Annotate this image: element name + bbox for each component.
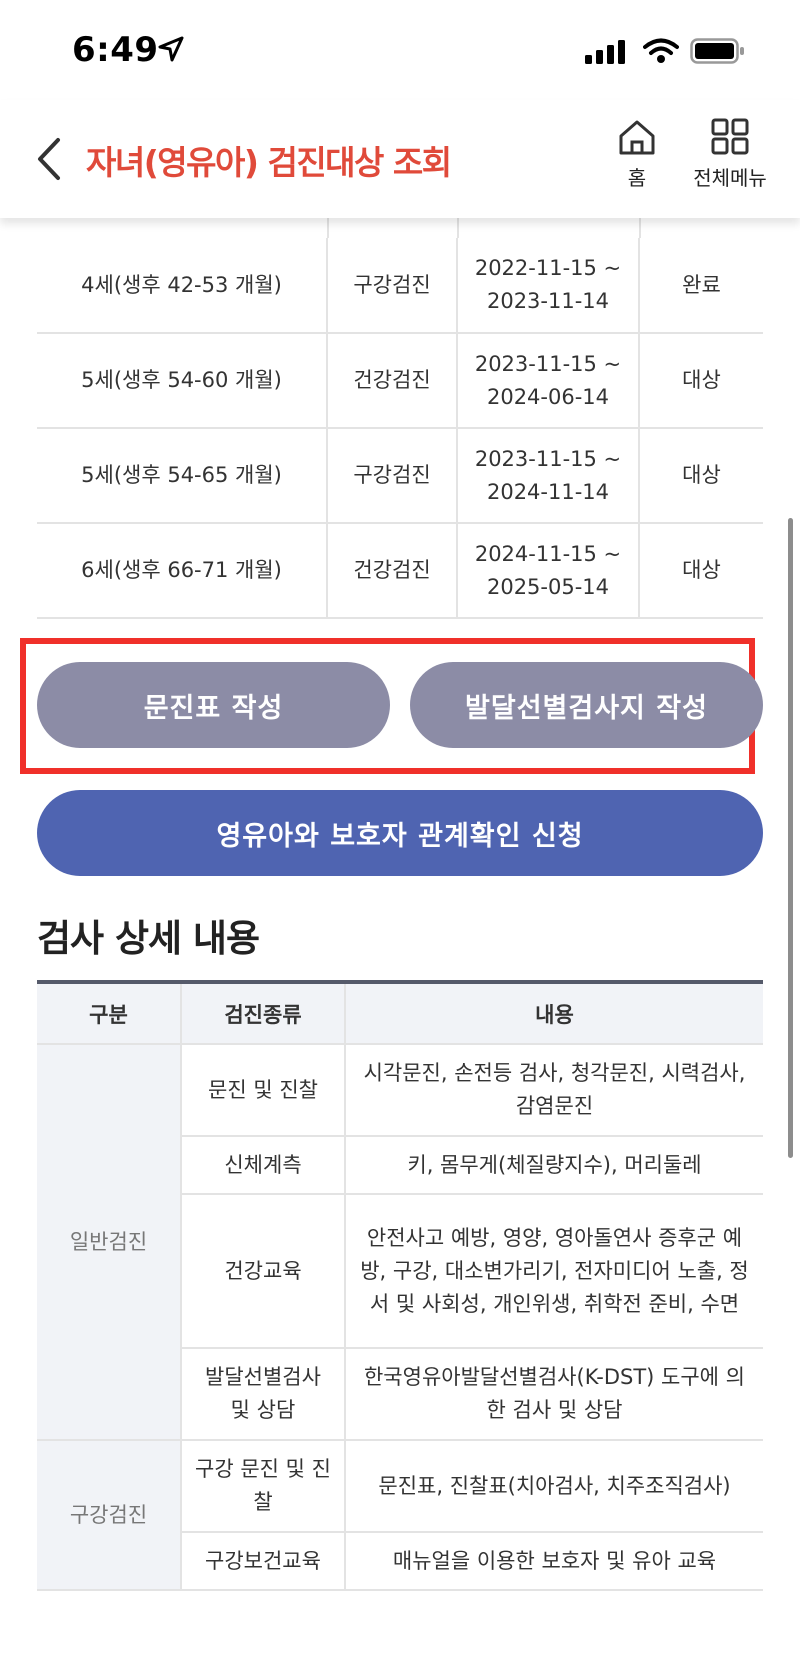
wifi-icon (643, 38, 679, 63)
exam-type-cell: 건강검진 (326, 523, 457, 619)
desc-cell: 안전사고 예방, 영양, 영아돌연사 증후군 예방, 구강, 대소변가리기, 전… (344, 1194, 763, 1349)
relation-request-button[interactable]: 영유아와 보호자 관계확인 신청 (37, 790, 763, 876)
grid-menu-icon (711, 118, 749, 155)
table-row-partial (37, 218, 763, 238)
status-time: 6:49 (72, 30, 159, 70)
chevron-left-icon (38, 138, 60, 180)
dev-screening-button[interactable]: 발달선별검사지 작성 (410, 662, 763, 748)
desc-cell: 시각문진, 손전등 검사, 청각문진, 시력검사, 감염문진 (344, 1044, 763, 1137)
column-header: 구분 (37, 982, 181, 1045)
category-cell: 구강검진 (37, 1440, 181, 1591)
home-label: 홈 (627, 166, 647, 190)
section-title: 검사 상세 내용 (37, 917, 260, 960)
status-bar: 6:49 (0, 0, 800, 100)
period-cell: 2023-11-15 ~ 2024-11-14 (456, 428, 639, 524)
age-cell: 4세(생후 42-53 개월) (37, 238, 327, 334)
questionnaire-button[interactable]: 문진표 작성 (37, 662, 390, 748)
age-cell: 6세(생후 66-71 개월) (37, 523, 327, 619)
back-button[interactable] (30, 134, 70, 184)
period-end: 2023-11-14 (486, 289, 610, 313)
table-row: 6세(생후 66-71 개월) 건강검진 2024-11-15 ~ 2025-05-1… (37, 523, 763, 619)
desc-cell: 한국영유아발달선별검사(K-DST) 도구에 의한 검사 및 상담 (344, 1348, 763, 1441)
all-menu-label: 전체메뉴 (693, 166, 767, 190)
column-header: 검진종류 (180, 982, 345, 1045)
status-cell: 완료 (638, 238, 763, 334)
period-start: 2023-11-15 ~ (474, 446, 622, 471)
desc-cell: 문진표, 진찰표(치아검사, 치주조직검사) (344, 1440, 763, 1533)
table-row: 5세(생후 54-60 개월) 건강검진 2023-11-15 ~ 2024-06-1… (37, 333, 763, 429)
kind-cell: 구강보건교육 (180, 1532, 345, 1591)
period-cell: 2024-11-15 ~ 2025-05-14 (456, 523, 639, 619)
period-start: 2024-11-15 ~ (474, 541, 622, 566)
kind-cell: 건강교육 (180, 1194, 345, 1349)
table-row: 5세(생후 54-65 개월) 구강검진 2023-11-15 ~ 2024-11-1… (37, 428, 763, 524)
home-button[interactable]: 홈 (612, 118, 662, 191)
home-icon (619, 120, 655, 155)
period-end: 2025-05-14 (486, 574, 610, 599)
kind-cell: 구강 문진 및 진찰 (180, 1440, 345, 1533)
kind-cell: 신체계측 (180, 1136, 345, 1195)
table-row: 일반검진 문진 및 진찰 시각문진, 손전등 검사, 청각문진, 시력검사, 감… (37, 1044, 763, 1441)
period-start: 2023-11-15 ~ (474, 351, 622, 376)
desc-cell: 매뉴얼을 이용한 보호자 및 유아 교육 (344, 1532, 763, 1591)
category-cell: 일반검진 (37, 1044, 181, 1441)
kind-cell: 문진 및 진찰 (180, 1044, 345, 1137)
all-menu-button[interactable]: 전체메뉴 (680, 118, 780, 191)
detail-table: 구분 검진종류 내용 일반검진 문진 및 진찰 시각문진, 손전등 검사, 청각… (37, 980, 763, 1591)
exam-type-cell: 구강검진 (326, 428, 457, 524)
content-area[interactable]: 4세(생후 42-53 개월) 구강검진 2022-11-15 ~2023-11-1… (0, 218, 800, 1660)
age-cell: 5세(생후 54-60 개월) (37, 333, 327, 429)
app-header: 자녀(영유아) 검진대상 조회 홈 전체메뉴 (0, 100, 800, 218)
status-cell: 대상 (638, 428, 763, 524)
period-end: 2024-11-14 (486, 479, 610, 504)
period-end: 2024-06-14 (486, 384, 610, 409)
period-cell: 2022-11-15 ~ 2023-11-14 (456, 238, 639, 334)
desc-cell: 키, 몸무게(체질량지수), 머리둘레 (344, 1136, 763, 1195)
table-row: 4세(생후 42-53 개월) 구강검진 2022-11-15 ~ 2023-11-1… (37, 238, 763, 334)
location-arrow-icon (158, 36, 184, 62)
status-cell: 대상 (638, 523, 763, 619)
battery-icon (690, 38, 744, 64)
kind-cell: 발달선별검사 및 상담 (180, 1348, 345, 1441)
exam-type-cell: 구강검진 (326, 238, 457, 334)
schedule-table: 4세(생후 42-53 개월) 구강검진 2022-11-15 ~2023-11-1… (37, 238, 763, 619)
table-row: 구강검진 구강 문진 및 진찰 문진표, 진찰표(치아검사, 치주조직검사) (37, 1440, 763, 1591)
status-cell: 대상 (638, 333, 763, 429)
age-cell: 5세(생후 54-65 개월) (37, 428, 327, 524)
period-start: 2022-11-15 ~ (474, 256, 622, 280)
page-title: 자녀(영유아) 검진대상 조회 (86, 143, 452, 182)
period-cell: 2023-11-15 ~ 2024-06-14 (456, 333, 639, 429)
exam-type-cell: 건강검진 (326, 333, 457, 429)
cellular-signal-icon (585, 40, 625, 64)
scrollbar[interactable] (788, 518, 793, 1158)
column-header: 내용 (344, 982, 763, 1045)
